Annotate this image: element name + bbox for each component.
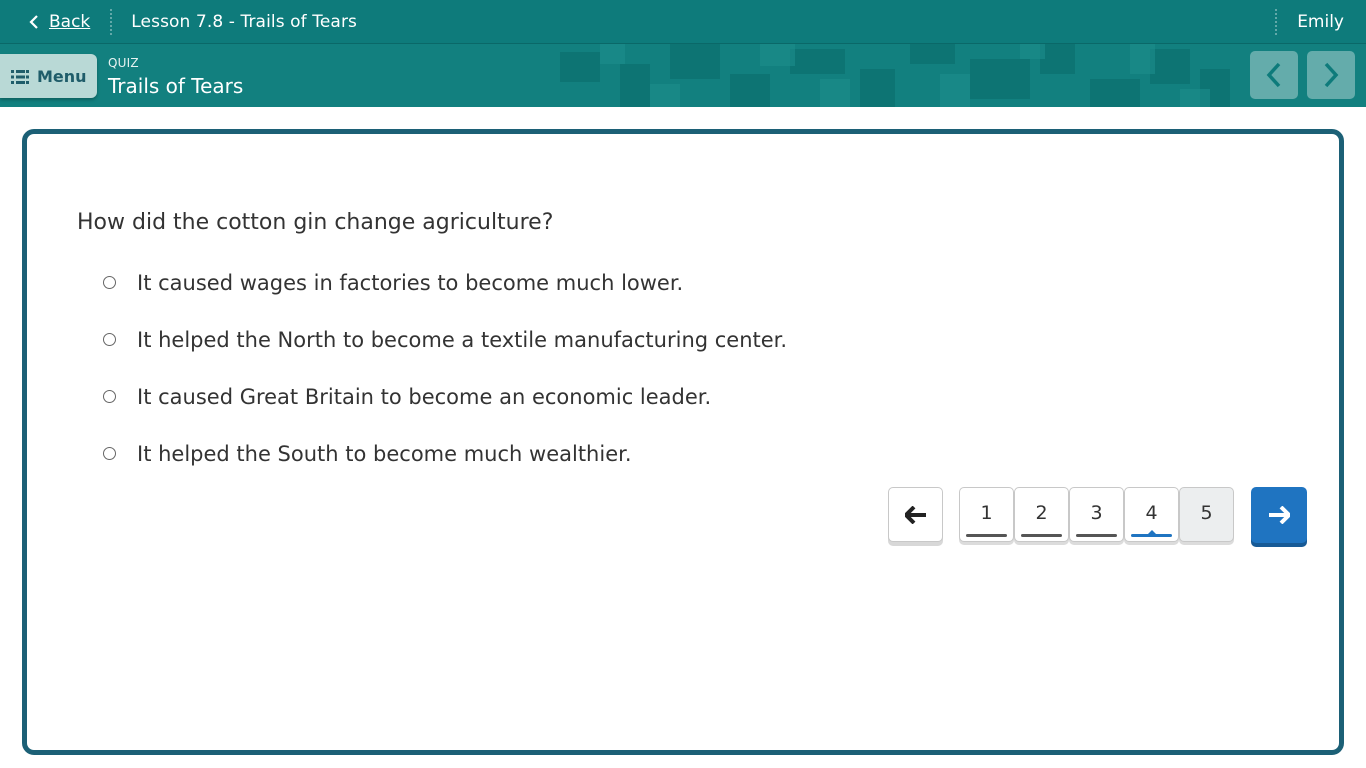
arrow-right-icon [1269,506,1290,524]
current-caret-icon [1147,530,1156,534]
chevron-left-icon [1266,62,1281,88]
question-text: How did the cotton gin change agricultur… [77,210,554,235]
top-bar: Back Lesson 7.8 - Trails of Tears Emily [0,0,1366,44]
user-name[interactable]: Emily [1297,12,1344,32]
answered-indicator [1076,534,1117,537]
answered-indicator [966,534,1007,537]
lesson-title: Lesson 7.8 - Trails of Tears [131,11,357,32]
menu-list-icon [11,69,29,84]
page-button-5[interactable]: 5 [1179,487,1234,542]
content-type-label: QUIZ [108,56,139,70]
chevron-left-icon [27,14,41,29]
answer-option[interactable]: It helped the South to become much wealt… [103,425,787,482]
answer-options: It caused wages in factories to become m… [103,254,787,482]
page-number: 1 [980,501,993,524]
radio-button[interactable] [103,333,116,346]
answer-option-label: It helped the North to become a textile … [137,327,788,352]
menu-button[interactable]: Menu [0,54,97,98]
answer-option-label: It caused Great Britain to become an eco… [137,384,712,409]
quiz-header: Menu QUIZ Trails of Tears [0,44,1366,107]
answered-indicator [1021,534,1062,537]
page-number: 2 [1035,501,1048,524]
answer-option[interactable]: It caused wages in factories to become m… [103,254,787,311]
page-button-4[interactable]: 4 [1124,487,1179,542]
back-link[interactable]: Back [27,12,90,32]
page-button-3[interactable]: 3 [1069,487,1124,542]
page-number: 5 [1200,501,1213,524]
arrow-left-icon [904,505,926,524]
question-pagination: 1 2 3 4 5 [959,487,1234,542]
page-button-1[interactable]: 1 [959,487,1014,542]
answer-option[interactable]: It caused Great Britain to become an eco… [103,368,787,425]
radio-button[interactable] [103,447,116,460]
page-button-2[interactable]: 2 [1014,487,1069,542]
back-label: Back [49,11,91,32]
quiz-title: Trails of Tears [108,74,244,98]
current-indicator [1131,534,1172,537]
answer-option-label: It caused wages in factories to become m… [137,270,684,295]
page-number: 3 [1090,501,1103,524]
page-number: 4 [1145,501,1158,524]
answer-option-label: It helped the South to become much wealt… [137,441,632,466]
divider [110,8,113,35]
previous-activity-button[interactable] [1250,51,1298,99]
decorative-pattern [560,44,1230,107]
next-activity-button[interactable] [1307,51,1355,99]
answer-option[interactable]: It helped the North to become a textile … [103,311,787,368]
radio-button[interactable] [103,276,116,289]
previous-question-button[interactable] [888,487,943,542]
question-card: How did the cotton gin change agricultur… [22,129,1344,755]
next-question-button[interactable] [1251,487,1307,543]
chevron-right-icon [1324,62,1339,88]
menu-label: Menu [37,66,87,86]
radio-button[interactable] [103,390,116,403]
divider [1275,8,1278,35]
